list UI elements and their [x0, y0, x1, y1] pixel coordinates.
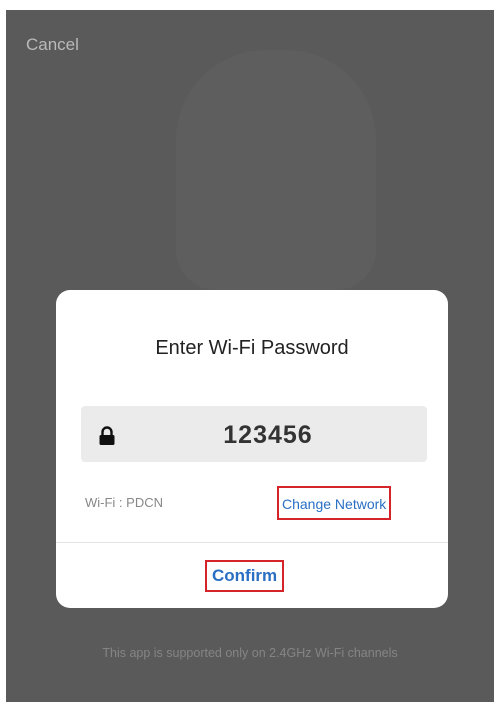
confirm-button[interactable]: Confirm — [205, 560, 285, 592]
cancel-button[interactable]: Cancel — [26, 35, 79, 55]
app-screen: Cancel Enter Wi-Fi Password 123456 Wi-Fi… — [6, 10, 494, 702]
change-network-button[interactable]: Change Network — [277, 486, 392, 520]
support-note: This app is supported only on 2.4GHz Wi-… — [102, 646, 398, 660]
dialog-title: Enter Wi-Fi Password — [155, 337, 349, 359]
wifi-password-dialog: Enter Wi-Fi Password 123456 Wi-Fi : PDCN… — [56, 290, 448, 608]
password-value: 123456 — [223, 421, 313, 449]
password-field[interactable]: 123456 — [81, 406, 427, 462]
wifi-network-label: Wi-Fi : PDCN — [85, 495, 163, 510]
background-illustration — [176, 50, 376, 290]
divider — [56, 542, 448, 543]
